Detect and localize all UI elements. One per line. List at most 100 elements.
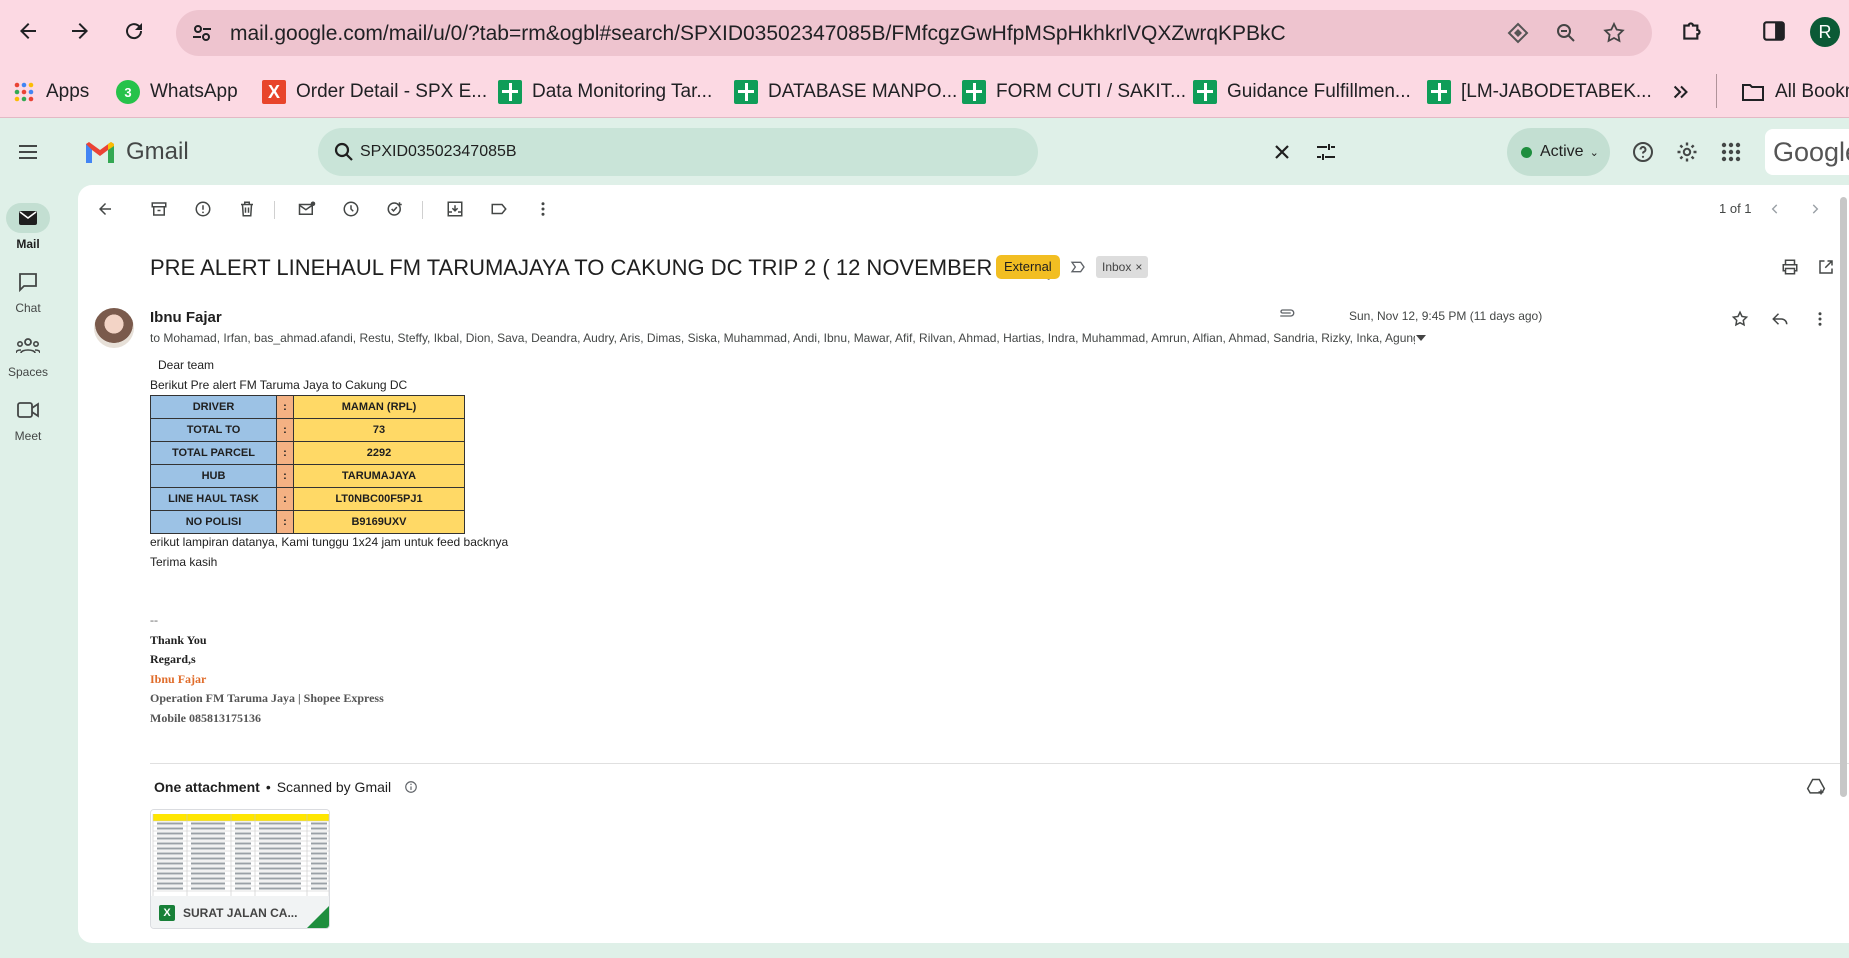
close-icon[interactable] [1270,140,1294,164]
settings-button[interactable] [1674,139,1700,165]
status-label: Active [1540,143,1584,160]
reply-icon [1772,313,1788,325]
message-more-button[interactable] [1808,307,1832,331]
status-dropdown[interactable]: Active ⌄ [1507,128,1610,176]
bookmark-order-detail[interactable]: X Order Detail - SPX E... [262,78,487,106]
message-scrollbar[interactable] [1840,197,1847,797]
sender-avatar[interactable] [94,308,134,348]
attachments-header: One attachment • Scanned by Gmail [154,779,391,795]
table-value: 2292 [293,441,465,465]
bookmark-whatsapp[interactable]: 3 WhatsApp [116,78,238,106]
newer-button[interactable] [1762,196,1788,222]
email-subject: PRE ALERT LINEHAUL FM TARUMAJAYA TO CAKU… [150,255,1055,280]
google-apps-button[interactable] [1718,139,1744,165]
label-icon [491,203,507,215]
bookmarks-overflow-button[interactable] [1670,78,1692,106]
bookmark-apps[interactable]: Apps [12,78,89,106]
info-icon[interactable] [404,780,418,794]
show-details-icon[interactable] [1416,335,1426,341]
browser-toolbar: mail.google.com/mail/u/0/?tab=rm&ogbl#se… [0,0,1849,66]
remove-label-icon[interactable]: × [1135,260,1142,274]
rail-chat[interactable]: Chat [0,267,56,315]
reload-button[interactable] [116,13,152,49]
address-bar[interactable]: mail.google.com/mail/u/0/?tab=rm&ogbl#se… [176,10,1652,56]
extensions-button[interactable] [1679,17,1707,45]
bookmark-lm-jabodetabek[interactable]: [LM-JABODETABEK... [1427,78,1652,106]
move-to-button[interactable] [442,196,468,222]
rail-mail[interactable]: Mail [0,203,56,251]
lens-icon[interactable] [1506,21,1530,45]
back-arrow-icon [99,203,111,215]
back-to-list-button[interactable] [92,196,118,222]
table-row: NO POLISI: B9169UXV [150,510,465,534]
chevron-down-icon: ⌄ [1589,146,1599,159]
bookmark-data-monitoring[interactable]: Data Monitoring Tar... [498,78,712,106]
snooze-button[interactable] [338,196,364,222]
star-button[interactable] [1728,307,1752,331]
bookmark-label: Guidance Fulfillmen... [1227,81,1411,102]
older-button[interactable] [1802,196,1828,222]
zoom-icon[interactable] [1554,21,1578,45]
rail-meet[interactable]: Meet [0,395,56,443]
inbox-label-chip[interactable]: Inbox × [1096,256,1149,278]
mark-unread-icon [298,201,316,215]
sheets-icon [498,80,522,104]
side-panel-button[interactable] [1760,17,1788,45]
whatsapp-icon: 3 [116,80,140,104]
report-spam-button[interactable] [190,196,216,222]
mail-search-bar[interactable] [318,128,1335,176]
more-actions-button[interactable] [530,196,556,222]
add-to-drive-icon[interactable] [1806,777,1826,797]
attachment-card[interactable]: X SURAT JALAN CA... [150,809,330,929]
move-to-icon [447,201,463,217]
search-input[interactable] [360,138,920,166]
sender-name[interactable]: Ibnu Fajar [150,309,222,326]
add-task-button[interactable] [382,196,408,222]
url-text[interactable]: mail.google.com/mail/u/0/?tab=rm&ogbl#se… [230,22,1286,46]
mail-icon [19,211,37,225]
bookmark-label: [LM-JABODETABEK... [1461,81,1652,102]
site-settings-icon[interactable] [190,21,214,45]
gmail-logo[interactable]: Gmail [84,138,189,166]
back-button[interactable] [10,13,46,49]
rail-spaces[interactable]: Spaces [0,331,56,379]
spam-icon [195,201,211,217]
bookmark-star-icon[interactable] [1602,21,1626,45]
bookmark-database-manpower[interactable]: DATABASE MANPO... [734,78,957,106]
back-arrow-icon [20,23,36,39]
google-account-badge[interactable]: Google [1765,129,1849,175]
spaces-icon [16,338,40,354]
bookmark-form-cuti[interactable]: FORM CUTI / SAKIT... [962,78,1186,106]
archive-icon [151,202,167,216]
search-options-icon[interactable] [1314,140,1338,164]
support-button[interactable] [1630,139,1656,165]
greeting-text: Dear team [158,358,215,372]
delete-button[interactable] [234,196,260,222]
archive-button[interactable] [146,196,172,222]
apps-grid-icon [12,80,36,104]
attachment-footer: X SURAT JALAN CA... [151,896,329,928]
gmail-wordmark: Gmail [126,138,189,165]
search-icon[interactable] [332,140,356,164]
all-bookmarks-button[interactable]: All Bookm [1741,78,1849,106]
table-value: 73 [293,418,465,442]
open-new-window-button[interactable] [1814,255,1838,279]
trash-icon [241,201,253,217]
importance-marker-icon[interactable] [1070,259,1086,275]
mark-unread-button[interactable] [294,196,320,222]
print-all-button[interactable] [1778,255,1802,279]
reply-button[interactable] [1768,307,1792,331]
more-vertical-icon [1818,312,1822,326]
bookmark-guidance[interactable]: Guidance Fulfillmen... [1193,78,1411,106]
main-menu-button[interactable] [12,136,44,168]
bookmark-label: WhatsApp [150,81,238,102]
forward-arrow-icon [72,23,88,39]
labels-button[interactable] [486,196,512,222]
external-badge: External [996,255,1060,279]
profile-avatar[interactable]: R [1810,17,1840,47]
help-icon [1633,142,1653,162]
inbox-label-text: Inbox [1102,260,1132,274]
chevron-left-icon [1771,204,1778,214]
forward-button[interactable] [62,13,98,49]
table-row: DRIVER: MAMAN (RPL) [150,395,465,419]
